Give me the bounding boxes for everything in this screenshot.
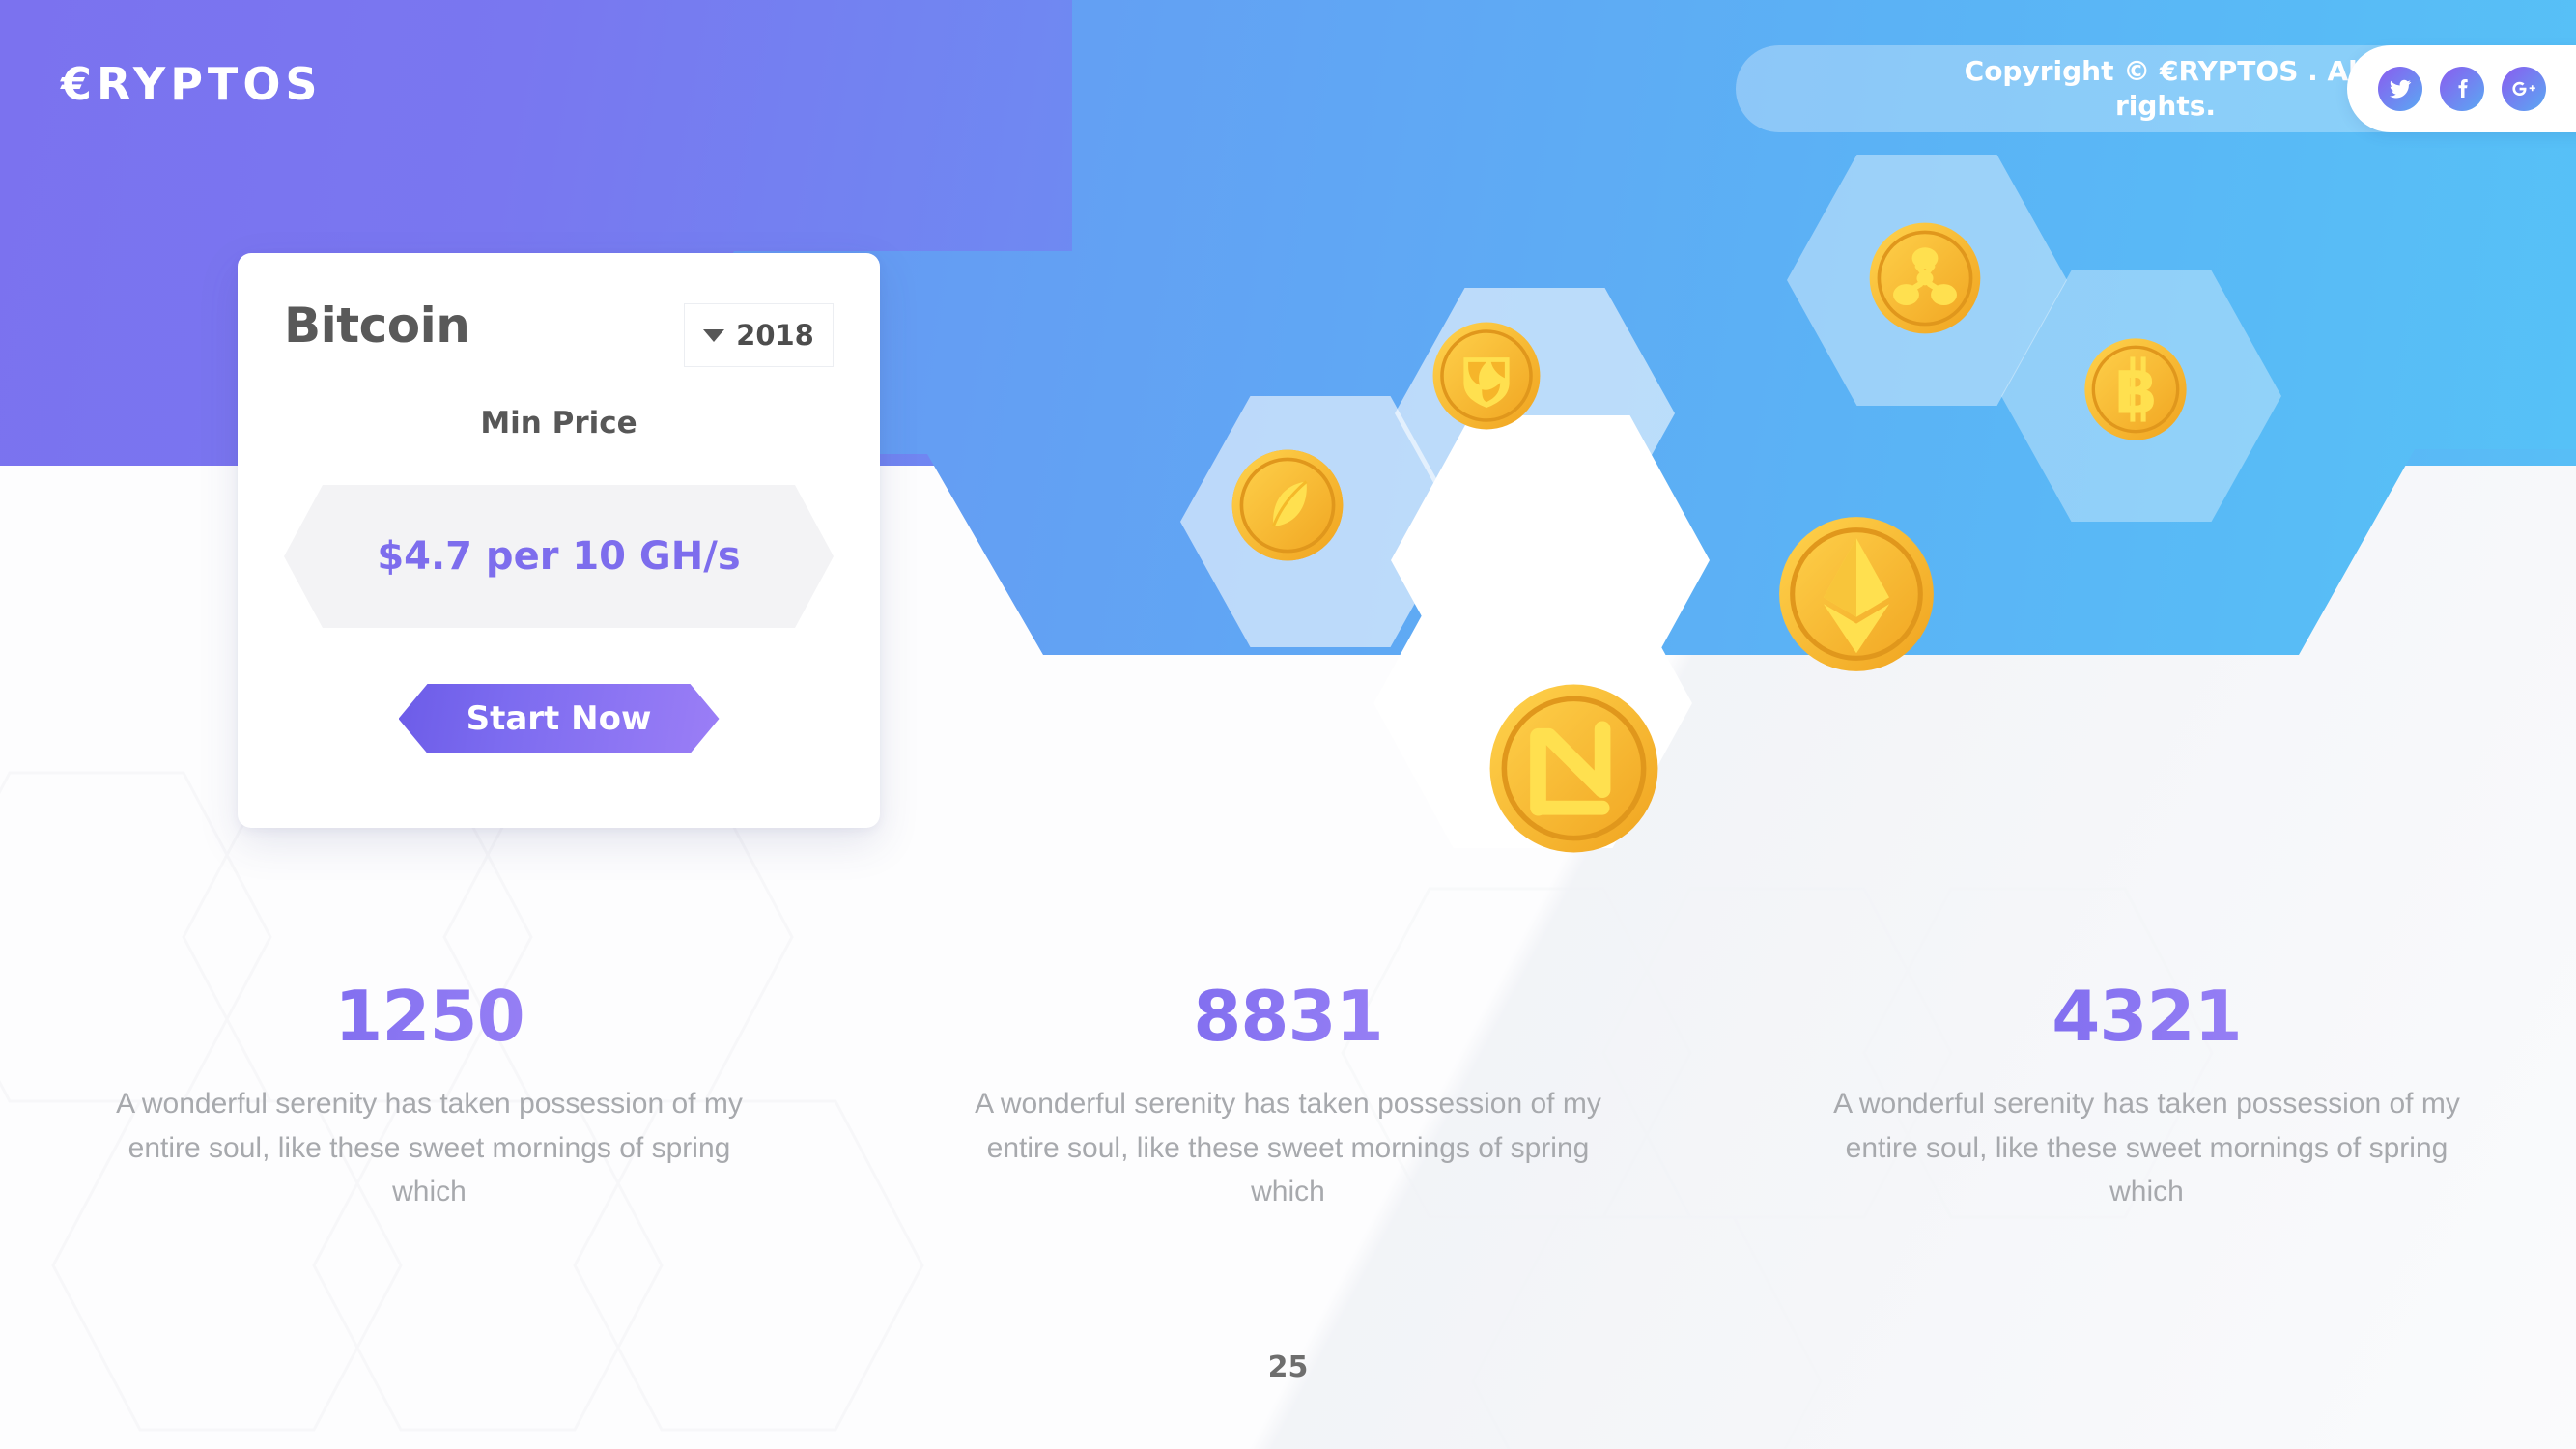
- start-now-label: Start Now: [466, 699, 652, 738]
- min-price-label: Min Price: [480, 406, 637, 440]
- card-header: Bitcoin 2018: [284, 298, 834, 367]
- social-links: [2347, 45, 2576, 132]
- bitcoin-coin-icon: B: [2081, 335, 2190, 443]
- price-value: $4.7 per 10 GH/s: [377, 534, 741, 579]
- ethereum-coin-icon: [1774, 512, 1939, 676]
- start-now-button[interactable]: Start Now: [399, 684, 720, 753]
- google-plus-icon[interactable]: [2502, 67, 2546, 111]
- page-number: 25: [1267, 1350, 1309, 1384]
- price-panel: $4.7 per 10 GH/s: [284, 485, 834, 628]
- stat-item: 4321 A wonderful serenity has taken poss…: [1717, 976, 2576, 1214]
- copyright-text: Copyright © €RYPTOS . All rights.: [1964, 55, 2367, 122]
- cta-wrap: Start Now: [284, 684, 834, 753]
- page-root: €RYPTOS Copyright © €RYPTOS . All rights…: [0, 0, 2576, 1449]
- stat-description: A wonderful serenity has taken possessio…: [116, 1088, 743, 1208]
- namecoin-coin-icon: [1485, 679, 1663, 858]
- nem-coin-icon: [1430, 319, 1543, 433]
- chevron-down-icon: [703, 328, 725, 342]
- stats-row: 1250 A wonderful serenity has taken poss…: [0, 976, 2576, 1214]
- brand-logo[interactable]: €RYPTOS: [61, 58, 323, 110]
- stat-description: A wonderful serenity has taken possessio…: [1833, 1088, 2460, 1208]
- card-title: Bitcoin: [284, 298, 470, 354]
- stat-value: 1250: [106, 976, 752, 1057]
- stat-item: 8831 A wonderful serenity has taken poss…: [859, 976, 1717, 1214]
- stat-value: 8831: [965, 976, 1611, 1057]
- year-value: 2018: [736, 319, 814, 352]
- twitter-icon[interactable]: [2378, 67, 2422, 111]
- bitcoin-pricing-card: Bitcoin 2018 Min Price $4.7 per 10 GH/s …: [238, 253, 880, 828]
- stat-item: 1250 A wonderful serenity has taken poss…: [0, 976, 859, 1214]
- facebook-icon[interactable]: [2440, 67, 2484, 111]
- year-dropdown[interactable]: 2018: [684, 303, 834, 367]
- svg-text:B: B: [2113, 360, 2158, 428]
- stat-description: A wonderful serenity has taken possessio…: [975, 1088, 1601, 1208]
- ripple-coin-icon: [1866, 219, 1984, 337]
- stat-value: 4321: [1824, 976, 2470, 1057]
- peercoin-coin-icon: [1229, 446, 1346, 564]
